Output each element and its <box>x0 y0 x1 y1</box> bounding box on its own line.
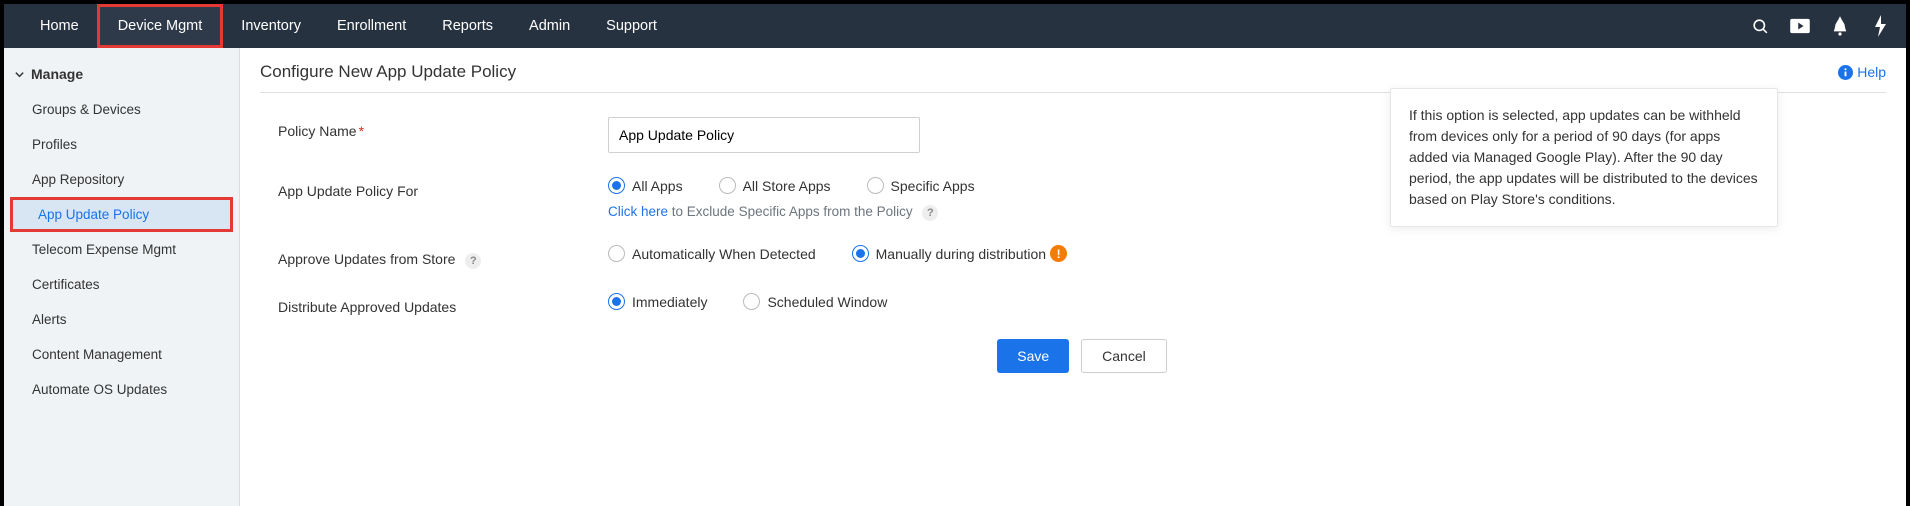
sidebar-item-app-repository[interactable]: App Repository <box>4 162 239 197</box>
policy-name-label: Policy Name* <box>278 117 608 139</box>
help-link[interactable]: Help <box>1838 64 1886 80</box>
distribute-label: Distribute Approved Updates <box>278 293 608 315</box>
radio-mark <box>608 177 625 194</box>
nav-tab-admin[interactable]: Admin <box>511 4 588 48</box>
sidebar-item-alerts[interactable]: Alerts <box>4 302 239 337</box>
sidebar-item-profiles[interactable]: Profiles <box>4 127 239 162</box>
radio-manually-during-distribution[interactable]: Manually during distribution! <box>852 245 1067 262</box>
radio-mark <box>608 293 625 310</box>
radio-automatically-when-detected[interactable]: Automatically When Detected <box>608 245 816 262</box>
cancel-button[interactable]: Cancel <box>1081 339 1167 373</box>
main-content: Configure New App Update Policy Help Pol… <box>240 48 1906 506</box>
policy-for-label: App Update Policy For <box>278 177 608 199</box>
radio-mark <box>867 177 884 194</box>
save-button[interactable]: Save <box>997 339 1069 373</box>
sidebar-item-certificates[interactable]: Certificates <box>4 267 239 302</box>
radio-mark <box>719 177 736 194</box>
radio-mark <box>608 245 625 262</box>
sidebar: Manage Groups & DevicesProfilesApp Repos… <box>4 48 240 506</box>
tooltip-card: If this option is selected, app updates … <box>1390 88 1778 227</box>
radio-all-store-apps[interactable]: All Store Apps <box>719 177 831 194</box>
help-label: Help <box>1857 64 1886 80</box>
sidebar-group-label: Manage <box>31 66 83 82</box>
nav-tab-device-mgmt[interactable]: Device Mgmt <box>97 4 224 48</box>
help-icon[interactable]: ? <box>465 253 481 269</box>
radio-immediately[interactable]: Immediately <box>608 293 707 310</box>
policy-name-input[interactable] <box>608 117 920 153</box>
radio-label: Automatically When Detected <box>632 246 816 262</box>
nav-tab-enrollment[interactable]: Enrollment <box>319 4 424 48</box>
radio-label: All Store Apps <box>743 178 831 194</box>
nav-tab-reports[interactable]: Reports <box>424 4 511 48</box>
radio-label: Specific Apps <box>891 178 975 194</box>
radio-mark <box>743 293 760 310</box>
bell-icon[interactable] <box>1828 14 1852 38</box>
chevron-down-icon <box>14 69 25 80</box>
radio-label: All Apps <box>632 178 683 194</box>
nav-tab-inventory[interactable]: Inventory <box>223 4 319 48</box>
search-icon[interactable] <box>1748 14 1772 38</box>
exclude-link[interactable]: Click here <box>608 204 668 219</box>
radio-label: Manually during distribution <box>876 246 1046 262</box>
radio-label: Scheduled Window <box>767 294 887 310</box>
sidebar-item-content-management[interactable]: Content Management <box>4 337 239 372</box>
radio-mark <box>852 245 869 262</box>
nav-tab-home[interactable]: Home <box>22 4 97 48</box>
radio-scheduled-window[interactable]: Scheduled Window <box>743 293 887 310</box>
sidebar-item-automate-os-updates[interactable]: Automate OS Updates <box>4 372 239 407</box>
tooltip-text: If this option is selected, app updates … <box>1409 107 1758 207</box>
radio-all-apps[interactable]: All Apps <box>608 177 683 194</box>
sidebar-item-groups-devices[interactable]: Groups & Devices <box>4 92 239 127</box>
approve-label: Approve Updates from Store ? <box>278 245 608 269</box>
top-nav: HomeDevice MgmtInventoryEnrollmentReport… <box>4 4 1906 48</box>
sidebar-item-app-update-policy[interactable]: App Update Policy <box>10 197 233 232</box>
page-title: Configure New App Update Policy <box>260 62 516 82</box>
radio-label: Immediately <box>632 294 707 310</box>
video-icon[interactable] <box>1788 14 1812 38</box>
radio-specific-apps[interactable]: Specific Apps <box>867 177 975 194</box>
bolt-icon[interactable] <box>1868 14 1892 38</box>
sidebar-item-telecom-expense-mgmt[interactable]: Telecom Expense Mgmt <box>4 232 239 267</box>
nav-tab-support[interactable]: Support <box>588 4 675 48</box>
help-icon[interactable]: ? <box>922 205 938 221</box>
warning-icon: ! <box>1050 245 1067 262</box>
sidebar-group-manage[interactable]: Manage <box>4 60 239 92</box>
